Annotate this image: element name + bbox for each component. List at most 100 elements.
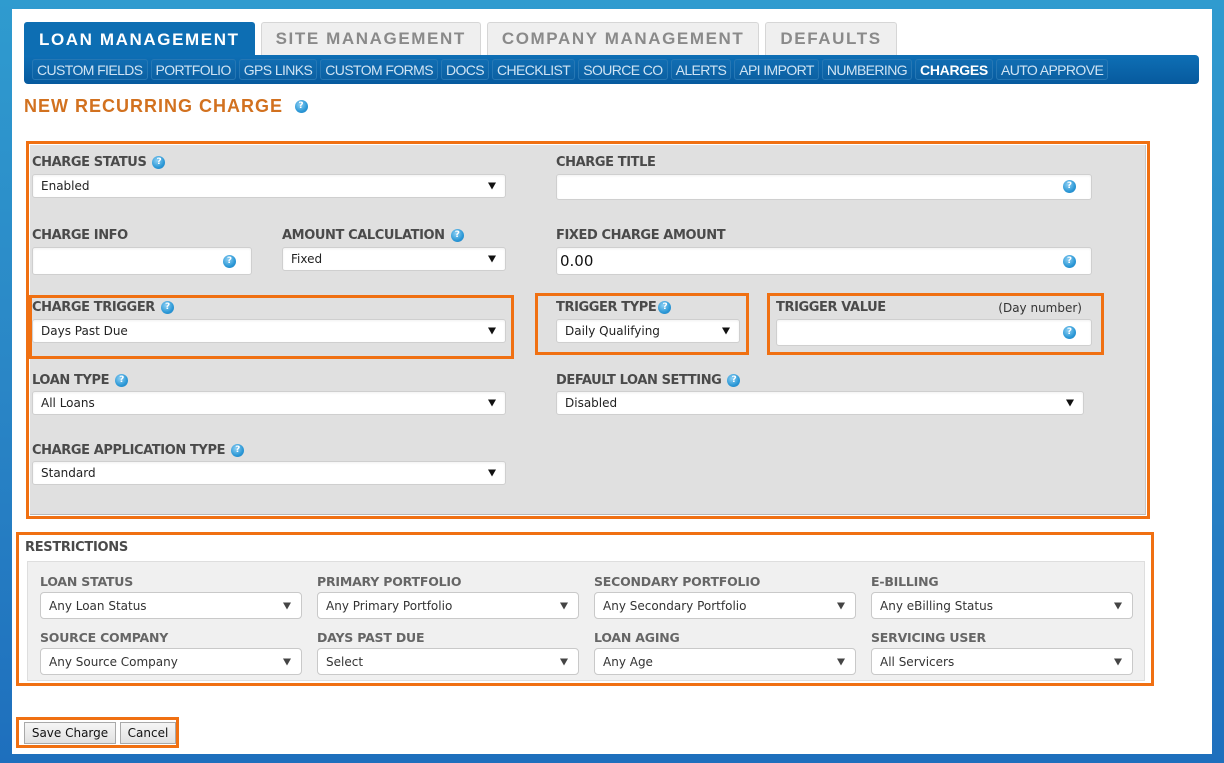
amount-calculation-label-text: AMOUNT CALCULATION <box>282 228 445 243</box>
loan-status-value: Any Loan Status <box>49 598 147 613</box>
cancel-button[interactable]: Cancel <box>120 722 176 744</box>
default-loan-setting-field: DEFAULT LOAN SETTING ? <box>556 372 741 389</box>
help-icon[interactable]: ? <box>727 374 741 387</box>
charge-application-type-label-text: CHARGE APPLICATION TYPE <box>32 443 226 458</box>
charge-status-field: CHARGE STATUS ? <box>32 154 166 171</box>
subnav-auto-approve[interactable]: AUTO APPROVE <box>995 59 1109 80</box>
fixed-charge-amount-field: FIXED CHARGE AMOUNT <box>556 227 726 244</box>
dropdown-arrow-icon <box>1114 602 1122 609</box>
trigger-type-select[interactable]: Daily Qualifying <box>556 319 740 343</box>
tab-defaults[interactable]: DEFAULTS <box>765 22 897 55</box>
subnav-custom-forms[interactable]: CUSTOM FORMS <box>320 59 438 80</box>
help-icon[interactable]: ? <box>658 301 672 314</box>
charge-trigger-select[interactable]: Days Past Due <box>32 319 506 343</box>
e-billing-label: E-BILLING <box>871 574 939 589</box>
save-charge-button[interactable]: Save Charge <box>24 722 116 744</box>
dropdown-arrow-icon <box>283 602 291 609</box>
subnav-api-import[interactable]: API IMPORT <box>734 59 819 80</box>
subnav-custom-fields[interactable]: CUSTOM FIELDS <box>32 59 148 80</box>
trigger-type-label: TRIGGER TYPE ? <box>556 299 672 316</box>
subnav-alerts[interactable]: ALERTS <box>670 59 732 80</box>
help-icon[interactable]: ? <box>223 255 236 268</box>
loan-status-label: LOAN STATUS <box>40 574 134 589</box>
servicing-user-select[interactable]: All Servicers <box>871 648 1133 675</box>
help-icon[interactable]: ? <box>160 301 174 314</box>
dropdown-arrow-icon <box>283 658 291 665</box>
help-icon[interactable]: ? <box>1063 180 1076 193</box>
charge-title-field: CHARGE TITLE <box>556 154 656 171</box>
subnav-portfolio[interactable]: PORTFOLIO <box>150 59 236 80</box>
help-icon[interactable]: ? <box>231 444 245 457</box>
charge-application-type-select[interactable]: Standard <box>32 461 506 485</box>
tab-loan-management[interactable]: LOAN MANAGEMENT <box>24 22 255 56</box>
charge-title-input[interactable]: ? <box>556 174 1092 200</box>
secondary-portfolio-select[interactable]: Any Secondary Portfolio <box>594 592 856 619</box>
source-company-value: Any Source Company <box>49 654 178 669</box>
subnav-gps-links[interactable]: GPS LINKS <box>238 59 318 80</box>
charge-trigger-label: CHARGE TRIGGER ? <box>32 299 174 316</box>
fixed-charge-amount-label: FIXED CHARGE AMOUNT <box>556 228 726 243</box>
page-title: NEW RECURRING CHARGE ? <box>24 96 309 117</box>
charge-status-select[interactable]: Enabled <box>32 174 506 198</box>
help-icon[interactable]: ? <box>450 229 464 242</box>
servicing-user-label: SERVICING USER <box>871 630 986 645</box>
e-billing-value: Any eBilling Status <box>880 598 993 613</box>
charge-form-body: CHARGE STATUS ? Enabled CHARGE TITLE ? C… <box>29 145 1146 515</box>
help-icon[interactable]: ? <box>295 100 309 113</box>
fixed-charge-amount-value: 0.00 <box>560 252 594 270</box>
dropdown-arrow-icon <box>488 255 496 263</box>
subnav-charges[interactable]: CHARGES <box>915 59 993 80</box>
days-past-due-select[interactable]: Select <box>317 648 579 675</box>
tab-company-management[interactable]: COMPANY MANAGEMENT <box>486 22 760 55</box>
charge-title-label: CHARGE TITLE <box>556 155 656 170</box>
trigger-type-label-text: TRIGGER TYPE <box>556 300 657 315</box>
dropdown-arrow-icon <box>488 399 496 407</box>
trigger-value-label-text: TRIGGER VALUE <box>776 300 886 315</box>
loan-aging-value: Any Age <box>603 654 653 669</box>
fixed-charge-amount-input[interactable]: 0.00 ? <box>556 247 1092 275</box>
loan-aging-label: LOAN AGING <box>594 630 680 645</box>
loan-status-select[interactable]: Any Loan Status <box>40 592 302 619</box>
source-company-select[interactable]: Any Source Company <box>40 648 302 675</box>
charge-status-label: CHARGE STATUS ? <box>32 154 166 171</box>
help-icon[interactable]: ? <box>1063 326 1076 339</box>
amount-calculation-value: Fixed <box>291 252 323 266</box>
subnav-docs[interactable]: DOCS <box>440 59 490 80</box>
primary-portfolio-select[interactable]: Any Primary Portfolio <box>317 592 579 619</box>
loan-aging-select[interactable]: Any Age <box>594 648 856 675</box>
dropdown-arrow-icon <box>1066 399 1074 407</box>
help-icon[interactable]: ? <box>115 374 129 387</box>
amount-calculation-select[interactable]: Fixed <box>282 247 506 271</box>
source-company-label: SOURCE COMPANY <box>40 630 169 645</box>
loan-type-field: LOAN TYPE ? <box>32 372 129 389</box>
amount-calculation-field: AMOUNT CALCULATION ? <box>282 227 464 244</box>
loan-type-label-text: LOAN TYPE <box>32 373 110 388</box>
charge-trigger-field: CHARGE TRIGGER ? <box>32 299 174 316</box>
days-past-due-value: Select <box>326 654 364 669</box>
e-billing-select[interactable]: Any eBilling Status <box>871 592 1133 619</box>
top-tabs: LOAN MANAGEMENT SITE MANAGEMENT COMPANY … <box>24 22 897 56</box>
default-loan-setting-label-text: DEFAULT LOAN SETTING <box>556 373 722 388</box>
dropdown-arrow-icon <box>560 602 568 609</box>
dropdown-arrow-icon <box>488 182 496 190</box>
loan-type-select[interactable]: All Loans <box>32 391 506 415</box>
help-icon[interactable]: ? <box>152 156 166 169</box>
dropdown-arrow-icon <box>488 327 496 335</box>
help-icon[interactable]: ? <box>1063 255 1076 268</box>
charge-trigger-label-text: CHARGE TRIGGER <box>32 300 155 315</box>
charge-info-input[interactable]: ? <box>32 247 252 275</box>
secondary-portfolio-label: SECONDARY PORTFOLIO <box>594 574 761 589</box>
primary-portfolio-label: PRIMARY PORTFOLIO <box>317 574 462 589</box>
dropdown-arrow-icon <box>1114 658 1122 665</box>
subnav-source-co[interactable]: SOURCE CO <box>578 59 668 80</box>
form-actions: Save Charge Cancel <box>16 717 179 748</box>
tab-site-management[interactable]: SITE MANAGEMENT <box>260 22 481 55</box>
default-loan-setting-select[interactable]: Disabled <box>556 391 1084 415</box>
charge-form-panel: CHARGE STATUS ? Enabled CHARGE TITLE ? C… <box>26 141 1150 519</box>
trigger-value-input[interactable]: ? <box>776 319 1092 346</box>
trigger-type-field: TRIGGER TYPE ? <box>556 299 672 316</box>
trigger-value-field: TRIGGER VALUE (Day number) <box>776 299 1082 316</box>
dropdown-arrow-icon <box>560 658 568 665</box>
subnav-numbering[interactable]: NUMBERING <box>821 59 913 80</box>
subnav-checklist[interactable]: CHECKLIST <box>492 59 576 80</box>
